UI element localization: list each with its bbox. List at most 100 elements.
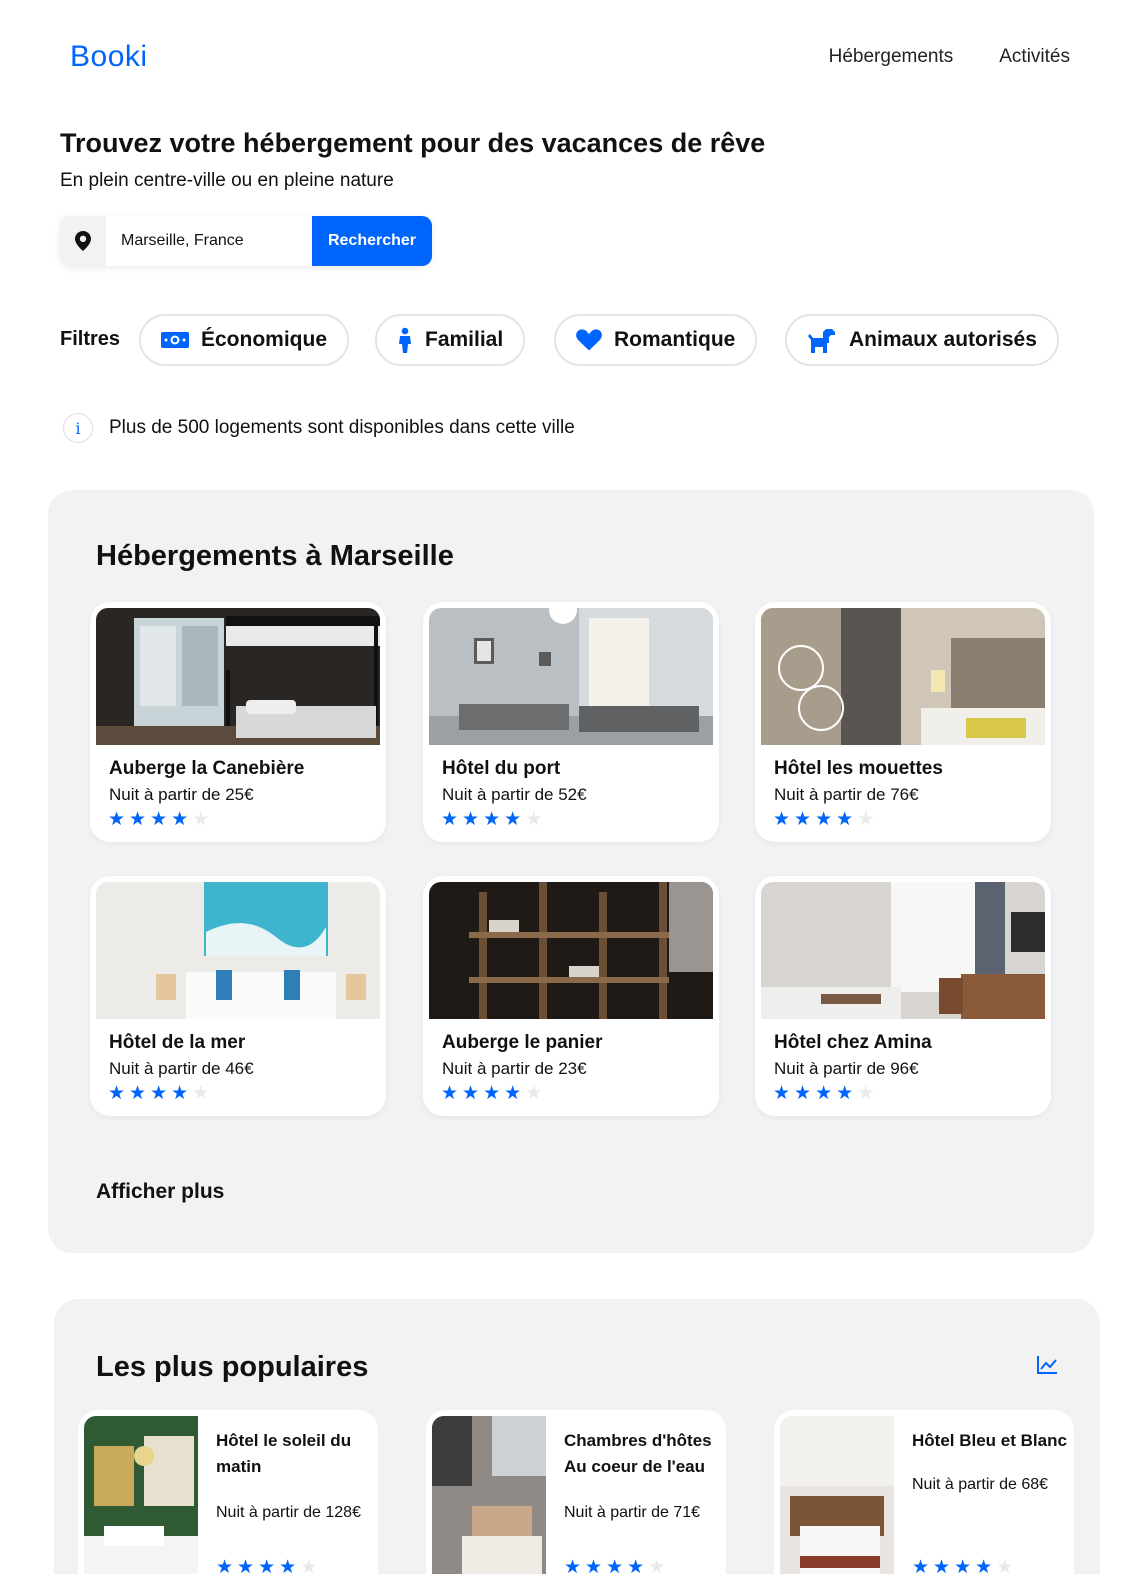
star-filled-icon: ★ [933, 1557, 951, 1574]
star-filled-icon: ★ [171, 809, 189, 830]
star-filled-icon: ★ [815, 809, 833, 830]
room-photo [432, 1416, 546, 1574]
star-filled-icon: ★ [836, 1083, 854, 1104]
booki-logo[interactable]: Booki [70, 40, 148, 74]
star-filled-icon: ★ [975, 1557, 993, 1574]
star-filled-icon: ★ [129, 1083, 147, 1104]
room-photo [761, 608, 1045, 745]
room-photo [96, 608, 380, 745]
lodging-name: Hôtel de la mer [109, 1032, 246, 1053]
star-rating: ★ ★ ★ ★ ★ [108, 810, 209, 829]
star-filled-icon: ★ [504, 809, 522, 830]
lodging-card[interactable]: Auberge la Canebière Nuit à partir de 25… [90, 602, 386, 842]
star-filled-icon: ★ [815, 1083, 833, 1104]
star-filled-icon: ★ [606, 1557, 624, 1574]
star-rating: ★ ★ ★ ★ ★ [773, 810, 874, 829]
search-button[interactable]: Rechercher [312, 216, 432, 266]
star-filled-icon: ★ [441, 809, 459, 830]
star-rating: ★ ★ ★ ★ ★ [912, 1558, 1013, 1574]
room-photo [84, 1416, 198, 1574]
star-filled-icon: ★ [150, 1083, 168, 1104]
info-icon: i [63, 413, 93, 443]
star-empty-icon: ★ [525, 809, 543, 830]
info-notice: i Plus de 500 logements sont disponibles… [63, 413, 575, 443]
star-filled-icon: ★ [954, 1557, 972, 1574]
search-input[interactable] [106, 216, 312, 266]
filter-label: Économique [201, 328, 328, 351]
room-photo [761, 882, 1045, 1019]
lodging-card[interactable]: Hôtel de la mer Nuit à partir de 46€ ★ ★… [90, 876, 386, 1116]
star-filled-icon: ★ [912, 1557, 930, 1574]
star-filled-icon: ★ [483, 1083, 501, 1104]
star-filled-icon: ★ [108, 1083, 126, 1104]
star-empty-icon: ★ [525, 1083, 543, 1104]
star-empty-icon: ★ [996, 1557, 1014, 1574]
hero-title: Trouvez votre hébergement pour des vacan… [60, 128, 766, 158]
room-photo [96, 882, 380, 1019]
star-filled-icon: ★ [564, 1557, 582, 1574]
money-icon [161, 332, 189, 348]
star-filled-icon: ★ [794, 1083, 812, 1104]
star-filled-icon: ★ [150, 809, 168, 830]
filters-label: Filtres [60, 328, 121, 350]
heart-icon [576, 329, 602, 351]
lodging-price: Nuit à partir de 96€ [774, 1059, 919, 1078]
dog-icon [808, 329, 835, 353]
star-rating: ★ ★ ★ ★ ★ [441, 1084, 542, 1103]
star-filled-icon: ★ [279, 1557, 297, 1574]
star-filled-icon: ★ [108, 809, 126, 830]
popular-name: Hôtel le soleil du matin [216, 1431, 352, 1476]
star-filled-icon: ★ [216, 1557, 234, 1574]
info-text: Plus de 500 logements sont disponibles d… [109, 417, 575, 438]
lodging-price: Nuit à partir de 23€ [442, 1059, 587, 1078]
filter-economique[interactable]: Économique [139, 314, 350, 366]
star-filled-icon: ★ [462, 1083, 480, 1104]
popular-card[interactable]: Hôtel le soleil du matin Nuit à partir d… [78, 1410, 378, 1574]
filter-animaux-autorises[interactable]: Animaux autorisés [785, 314, 1059, 366]
lodging-card[interactable]: Auberge le panier Nuit à partir de 23€ ★… [423, 876, 719, 1116]
star-filled-icon: ★ [171, 1083, 189, 1104]
popular-card[interactable]: Hôtel Bleu et Blanc Nuit à partir de 68€… [774, 1410, 1074, 1574]
star-filled-icon: ★ [462, 809, 480, 830]
star-empty-icon: ★ [192, 1083, 210, 1104]
lodging-card[interactable]: Hôtel les mouettes Nuit à partir de 76€ … [755, 602, 1051, 842]
section-title: Hébergements à Marseille [96, 540, 454, 572]
lodging-price: Nuit à partir de 25€ [109, 785, 254, 804]
star-empty-icon: ★ [857, 809, 875, 830]
lodging-card[interactable]: Hôtel du port Nuit à partir de 52€ ★ ★ ★… [423, 602, 719, 842]
popular-card[interactable]: Chambres d'hôtes Au coeur de l'eau Nuit … [426, 1410, 726, 1574]
lodging-price: Nuit à partir de 52€ [442, 785, 587, 804]
room-photo [429, 882, 713, 1019]
star-filled-icon: ★ [441, 1083, 459, 1104]
main-nav: Hébergements Activités [829, 46, 1070, 68]
search-bar: Rechercher [60, 216, 432, 266]
popular-section: Les plus populaires Hôtel le soleil du m… [54, 1299, 1100, 1574]
filter-label: Romantique [614, 328, 736, 351]
lodgings-section: Hébergements à Marseille Auberge la Cane… [48, 490, 1094, 1253]
star-filled-icon: ★ [258, 1557, 276, 1574]
star-empty-icon: ★ [857, 1083, 875, 1104]
nav-link-hebergements[interactable]: Hébergements [829, 46, 954, 68]
trend-chart-icon[interactable] [1036, 1355, 1058, 1375]
star-rating: ★ ★ ★ ★ ★ [773, 1084, 874, 1103]
star-filled-icon: ★ [773, 1083, 791, 1104]
star-empty-icon: ★ [192, 809, 210, 830]
popular-price: Nuit à partir de 71€ [564, 1504, 701, 1521]
lodging-name: Hôtel du port [442, 758, 561, 779]
star-rating: ★ ★ ★ ★ ★ [564, 1558, 665, 1574]
star-rating: ★ ★ ★ ★ ★ [216, 1558, 317, 1574]
lodging-price: Nuit à partir de 46€ [109, 1059, 254, 1078]
star-filled-icon: ★ [773, 809, 791, 830]
star-empty-icon: ★ [300, 1557, 318, 1574]
section-title: Les plus populaires [96, 1351, 369, 1383]
nav-link-activites[interactable]: Activités [999, 46, 1070, 68]
star-rating: ★ ★ ★ ★ ★ [108, 1084, 209, 1103]
filter-familial[interactable]: Familial [375, 314, 526, 366]
star-filled-icon: ★ [129, 809, 147, 830]
lodging-name: Hôtel les mouettes [774, 758, 943, 779]
filter-romantique[interactable]: Romantique [554, 314, 758, 366]
lodging-card[interactable]: Hôtel chez Amina Nuit à partir de 96€ ★ … [755, 876, 1051, 1116]
popular-name: Hôtel Bleu et Blanc [912, 1431, 1067, 1450]
star-filled-icon: ★ [585, 1557, 603, 1574]
show-more-link[interactable]: Afficher plus [96, 1180, 224, 1204]
